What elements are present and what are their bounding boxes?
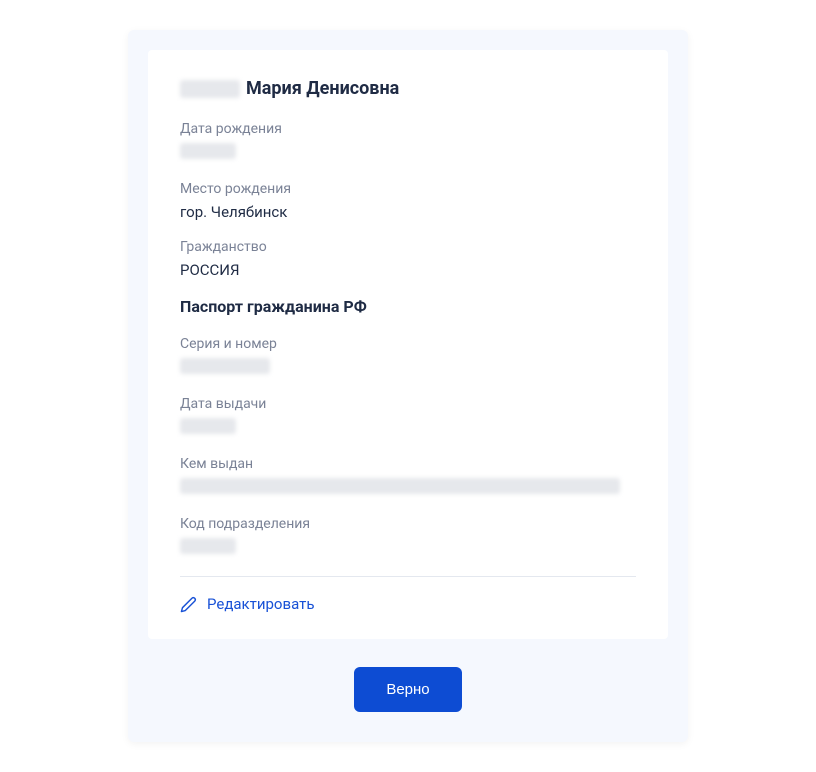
label-dept-code: Код подразделения: [180, 516, 636, 532]
value-issued-by: [180, 478, 636, 498]
edit-label: Редактировать: [207, 595, 314, 613]
form-panel: Мария Денисовна Дата рождения Место рожд…: [128, 30, 688, 742]
series-number-redacted: [180, 358, 270, 374]
divider: [180, 576, 636, 577]
issue-date-redacted: [180, 418, 236, 434]
value-citizenship: РОССИЯ: [180, 261, 636, 279]
label-series-number: Серия и номер: [180, 336, 636, 352]
value-issue-date: [180, 418, 636, 438]
dept-code-redacted: [180, 538, 236, 554]
field-birth-date: Дата рождения: [180, 121, 636, 163]
confirm-row: Верно: [148, 667, 668, 712]
value-dept-code: [180, 538, 636, 558]
confirm-button[interactable]: Верно: [354, 667, 461, 712]
name-patronymic: Мария Денисовна: [246, 78, 399, 99]
surname-redacted: [180, 80, 240, 98]
label-birth-date: Дата рождения: [180, 121, 636, 137]
passport-section-title: Паспорт гражданина РФ: [180, 297, 636, 316]
field-issued-by: Кем выдан: [180, 456, 636, 498]
info-card: Мария Денисовна Дата рождения Место рожд…: [148, 50, 668, 639]
field-series-number: Серия и номер: [180, 336, 636, 378]
value-birth-date: [180, 143, 636, 163]
edit-button[interactable]: Редактировать: [180, 595, 314, 613]
pencil-icon: [180, 596, 197, 613]
field-issue-date: Дата выдачи: [180, 396, 636, 438]
value-birth-place: гор. Челябинск: [180, 203, 636, 221]
field-birth-place: Место рождения гор. Челябинск: [180, 181, 636, 221]
field-dept-code: Код подразделения: [180, 516, 636, 558]
label-citizenship: Гражданство: [180, 239, 636, 255]
label-issued-by: Кем выдан: [180, 456, 636, 472]
birth-date-redacted: [180, 143, 236, 159]
field-citizenship: Гражданство РОССИЯ: [180, 239, 636, 279]
label-birth-place: Место рождения: [180, 181, 636, 197]
person-full-name: Мария Денисовна: [180, 78, 636, 99]
issued-by-redacted: [180, 478, 620, 494]
label-issue-date: Дата выдачи: [180, 396, 636, 412]
value-series-number: [180, 358, 636, 378]
